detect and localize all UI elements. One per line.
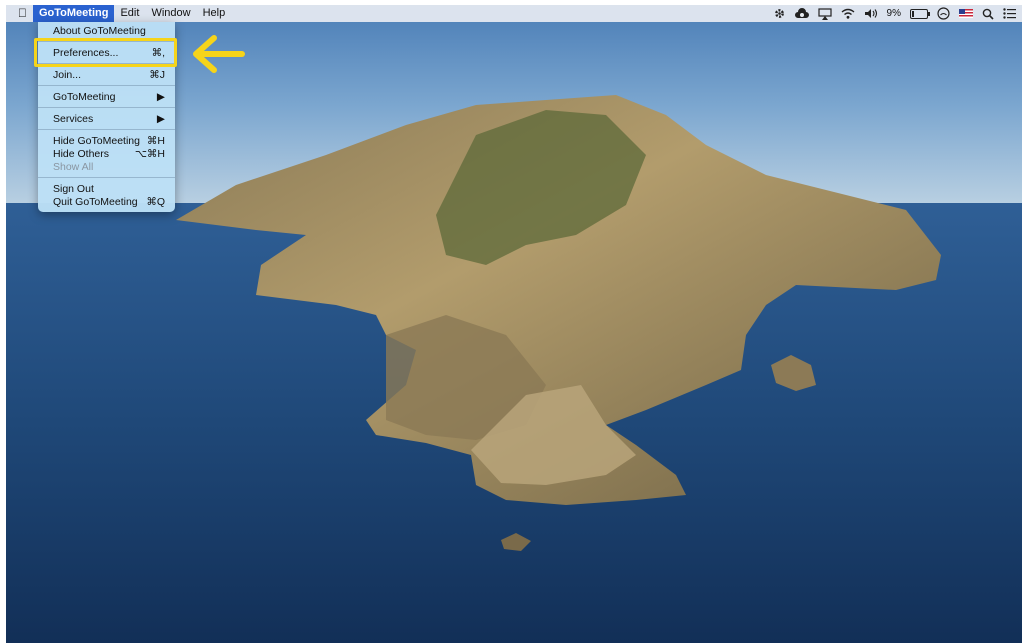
menu-item-quit[interactable]: Quit GoToMeeting ⌘Q xyxy=(38,196,175,209)
desktop-screen:  GoToMeeting Edit Window Help 9% xyxy=(6,5,1022,643)
battery-icon[interactable] xyxy=(910,5,930,22)
apple-logo-icon[interactable]:  xyxy=(6,5,33,22)
menu-item-label: Hide Others xyxy=(53,148,110,160)
menu-separator xyxy=(38,177,175,178)
menu-item-join[interactable]: Join... ⌘J xyxy=(38,69,175,82)
menu-window[interactable]: Window xyxy=(145,5,196,22)
menu-item-label: About GoToMeeting xyxy=(53,25,146,37)
menu-item-about[interactable]: About GoToMeeting xyxy=(38,25,175,38)
menu-item-shortcut: ⌘H xyxy=(146,135,165,147)
menu-item-shortcut: ⌥⌘H xyxy=(134,148,165,160)
menu-item-hide-gotomeeting[interactable]: Hide GoToMeeting ⌘H xyxy=(38,135,175,148)
user-circle-icon[interactable] xyxy=(937,5,950,22)
menu-bar:  GoToMeeting Edit Window Help 9% xyxy=(6,5,1022,22)
menu-item-label: Hide GoToMeeting xyxy=(53,135,140,147)
submenu-arrow-icon: ▶ xyxy=(156,113,165,125)
airplay-icon[interactable] xyxy=(817,5,832,22)
creative-cloud-icon[interactable] xyxy=(794,5,809,22)
menu-item-label: Show All xyxy=(53,161,94,173)
menu-item-shortcut: ⌘J xyxy=(149,69,165,81)
menu-separator xyxy=(38,85,175,86)
menu-item-label: GoToMeeting xyxy=(53,91,116,103)
menu-separator xyxy=(38,107,175,108)
menu-item-label: Sign Out xyxy=(53,183,94,195)
menu-separator xyxy=(38,129,175,130)
menu-item-label: Services xyxy=(53,113,94,125)
battery-percent: 9% xyxy=(886,8,901,19)
annotation-arrow-icon xyxy=(193,35,245,73)
menu-item-services[interactable]: Services ▶ xyxy=(38,113,175,126)
menu-help[interactable]: Help xyxy=(197,5,232,22)
menu-item-show-all: Show All xyxy=(38,161,175,174)
menu-item-sign-out[interactable]: Sign Out xyxy=(38,183,175,196)
spotlight-search-icon[interactable] xyxy=(982,5,994,22)
preferences-highlight-box xyxy=(34,38,177,67)
volume-icon[interactable] xyxy=(864,5,878,22)
us-flag-icon[interactable] xyxy=(959,5,973,22)
status-area: 9% xyxy=(773,5,1016,22)
menu-item-shortcut: ⌘Q xyxy=(146,196,165,208)
menu-item-gotomeeting-submenu[interactable]: GoToMeeting ▶ xyxy=(38,91,175,104)
gear-icon[interactable] xyxy=(773,5,786,22)
menu-item-hide-others[interactable]: Hide Others ⌥⌘H xyxy=(38,148,175,161)
menu-item-label: Quit GoToMeeting xyxy=(53,196,138,208)
menu-gotomeeting[interactable]: GoToMeeting xyxy=(33,5,115,22)
menu-edit[interactable]: Edit xyxy=(114,5,145,22)
wifi-icon[interactable] xyxy=(841,5,855,22)
notification-center-icon[interactable] xyxy=(1003,5,1016,22)
menu-item-label: Join... xyxy=(53,69,82,81)
submenu-arrow-icon: ▶ xyxy=(156,91,165,103)
